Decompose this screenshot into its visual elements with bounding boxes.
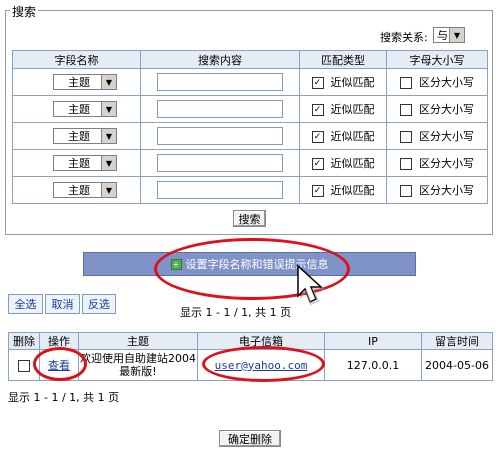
header-subject: 主题: [78, 332, 198, 350]
search-criteria-table: 字段名称 搜索内容 匹配类型 字母大小写 主题 ▼ ✓ 近似匹配 区分大小写 主题…: [12, 50, 488, 204]
search-relation-value: 与: [437, 29, 448, 42]
mouse-cursor-icon: [297, 264, 324, 306]
search-content-input[interactable]: [157, 154, 283, 172]
fuzzy-match-label: 近似匹配: [330, 157, 375, 170]
fuzzy-match-label: 近似匹配: [330, 76, 375, 89]
search-button[interactable]: 搜索: [233, 210, 266, 227]
search-relation-label: 搜索关系:: [380, 31, 428, 44]
case-sensitive-label: 区分大小写: [419, 76, 474, 89]
header-field-name: 字段名称: [12, 50, 141, 69]
annotation-ellipse-view: [33, 347, 87, 381]
chevron-down-icon: ▼: [101, 102, 116, 116]
search-header-row: 字段名称 搜索内容 匹配类型 字母大小写: [12, 50, 488, 69]
field-select-value: 主题: [68, 184, 90, 197]
search-row: 主题 ▼ ✓ 近似匹配 区分大小写: [12, 95, 488, 123]
case-sensitive-label: 区分大小写: [419, 130, 474, 143]
message-subject: 欢迎使用自助建站2004最新版!: [78, 349, 198, 381]
search-row: 主题 ▼ ✓ 近似匹配 区分大小写: [12, 68, 488, 96]
fuzzy-match-label: 近似匹配: [330, 184, 375, 197]
case-sensitive-checkbox[interactable]: [400, 77, 412, 89]
field-select[interactable]: 主题 ▼: [53, 155, 117, 171]
field-select[interactable]: 主题 ▼: [53, 74, 117, 90]
header-letter-case: 字母大小写: [386, 50, 488, 69]
case-sensitive-checkbox[interactable]: [400, 185, 412, 197]
header-match-type: 匹配类型: [299, 50, 387, 69]
field-select-value: 主题: [68, 76, 90, 89]
field-select[interactable]: 主题 ▼: [53, 128, 117, 144]
case-sensitive-checkbox[interactable]: [400, 131, 412, 143]
cancel-button[interactable]: 取消: [45, 294, 80, 314]
field-select-value: 主题: [68, 103, 90, 116]
chevron-down-icon: ▼: [101, 183, 116, 197]
search-row: 主题 ▼ ✓ 近似匹配 区分大小写: [12, 149, 488, 177]
confirm-delete-button[interactable]: 确定删除: [219, 430, 281, 447]
search-row: 主题 ▼ ✓ 近似匹配 区分大小写: [12, 122, 488, 150]
search-legend: 搜索: [10, 3, 39, 20]
chevron-down-icon: ▼: [101, 75, 116, 89]
search-row: 主题 ▼ ✓ 近似匹配 区分大小写: [12, 176, 488, 204]
fuzzy-match-checkbox[interactable]: ✓: [311, 77, 324, 89]
search-content-input[interactable]: [157, 181, 283, 199]
chevron-down-icon: ▼: [101, 156, 116, 170]
case-sensitive-label: 区分大小写: [419, 157, 474, 170]
search-relation-select[interactable]: 与 ▼: [433, 27, 465, 43]
annotation-ellipse-email: [202, 346, 325, 382]
invert-selection-button[interactable]: 反选: [82, 294, 116, 314]
field-select[interactable]: 主题 ▼: [53, 101, 117, 117]
search-content-input[interactable]: [157, 127, 283, 145]
chevron-down-icon: ▼: [449, 28, 464, 42]
paging-info-top: 显示 1 - 1 / 1, 共 1 页: [180, 306, 292, 319]
fuzzy-match-checkbox[interactable]: ✓: [311, 104, 324, 116]
case-sensitive-label: 区分大小写: [419, 184, 474, 197]
fuzzy-match-checkbox[interactable]: ✓: [311, 185, 324, 197]
chevron-down-icon: ▼: [101, 129, 116, 143]
select-all-button[interactable]: 全选: [8, 294, 43, 314]
fuzzy-match-checkbox[interactable]: ✓: [311, 131, 324, 143]
delete-checkbox[interactable]: [18, 359, 30, 372]
search-content-input[interactable]: [157, 73, 283, 91]
field-select[interactable]: 主题 ▼: [53, 182, 117, 198]
search-content-input[interactable]: [157, 100, 283, 118]
case-sensitive-label: 区分大小写: [419, 103, 474, 116]
fuzzy-match-label: 近似匹配: [330, 130, 375, 143]
header-ip: IP: [324, 332, 422, 350]
case-sensitive-checkbox[interactable]: [400, 104, 412, 116]
field-select-value: 主题: [68, 157, 90, 170]
fuzzy-match-label: 近似匹配: [330, 103, 375, 116]
field-select-value: 主题: [68, 130, 90, 143]
header-time: 留言时间: [421, 332, 493, 350]
case-sensitive-checkbox[interactable]: [400, 158, 412, 170]
paging-info-bottom: 显示 1 - 1 / 1, 共 1 页: [8, 391, 120, 404]
fuzzy-match-checkbox[interactable]: ✓: [311, 158, 324, 170]
header-delete: 删除: [8, 332, 40, 350]
ip-address: 127.0.0.1: [324, 349, 422, 381]
header-search-content: 搜索内容: [140, 50, 300, 69]
message-time: 2004-05-06: [421, 349, 493, 381]
